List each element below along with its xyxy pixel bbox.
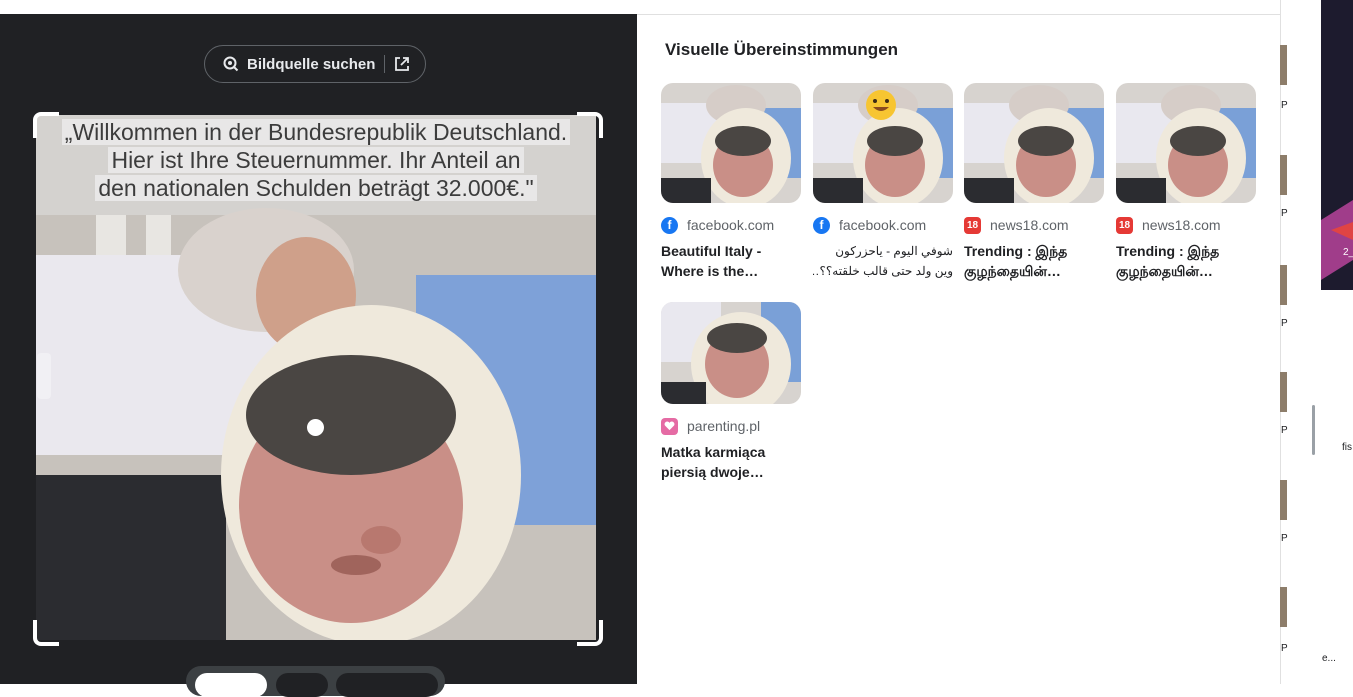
result-thumbnail[interactable] <box>661 83 801 203</box>
heart-icon <box>661 417 678 435</box>
results-heading: Visuelle Übereinstimmungen <box>665 40 899 59</box>
divider-line <box>637 14 1280 15</box>
crop-handle-top-left[interactable] <box>33 112 59 138</box>
caption-line-2: Hier ist Ihre Steuernummer. Ihr Anteil a… <box>108 147 524 173</box>
background-letter: P <box>1281 208 1288 219</box>
background-thumbnail <box>1280 155 1287 195</box>
background-text: e... <box>1322 653 1336 664</box>
background-letter: P <box>1281 533 1288 544</box>
result-source: news18.com <box>1142 217 1221 233</box>
result-thumbnail[interactable] <box>964 83 1104 203</box>
result-title-line: شوفي اليوم - ياحزركون <box>835 244 953 258</box>
divider <box>384 55 386 73</box>
result-title-line: Trending : இந்த <box>964 243 1068 259</box>
result-source: facebook.com <box>687 217 775 233</box>
result-title-line: وين ولد حتى قالب خلقته؟؟… <box>813 264 953 278</box>
crop-side-handle[interactable] <box>37 353 51 399</box>
result-thumbnail[interactable] <box>661 302 801 404</box>
background-letter: P <box>1281 425 1288 436</box>
background-text: fis <box>1342 442 1352 453</box>
tab-search[interactable] <box>195 673 267 697</box>
result-source: news18.com <box>990 217 1069 233</box>
background-thumbnail <box>1280 265 1287 305</box>
lens-search-icon <box>221 55 239 73</box>
background-letter: P <box>1281 318 1288 329</box>
caption-line-1: „Willkommen in der Bundesrepublik Deutsc… <box>61 119 571 145</box>
crop-handle-bottom-right[interactable] <box>577 620 603 646</box>
result-card[interactable]: f facebook.com شوفي اليوم - ياحزركون وين… <box>813 83 955 281</box>
search-source-label: Bildquelle suchen <box>247 55 376 73</box>
result-title-line: Matka karmiąca <box>661 444 766 460</box>
result-thumbnail[interactable] <box>813 83 953 203</box>
result-card[interactable]: parenting.pl Matka karmiąca piersią dwoj… <box>661 302 803 482</box>
open-in-new-icon[interactable] <box>393 55 411 73</box>
crop-handle-top-right[interactable] <box>577 112 603 138</box>
result-title-line: Where is the… <box>661 263 759 279</box>
result-title[interactable]: شوفي اليوم - ياحزركون وين ولد حتى قالب خ… <box>813 241 953 281</box>
facebook-icon: f <box>661 216 678 234</box>
news18-icon: 18 <box>1116 216 1133 234</box>
result-title-line: குழந்தையின்… <box>964 263 1061 279</box>
background-thumbnail <box>1280 587 1287 627</box>
result-title-line: Trending : இந்த <box>1116 243 1220 259</box>
top-strip <box>0 0 637 14</box>
result-title[interactable]: Beautiful Italy - Where is the… <box>661 241 801 281</box>
result-title[interactable]: Matka karmiąca piersią dwoje… <box>661 442 801 482</box>
result-card[interactable]: 18 news18.com Trending : இந்த குழந்தையின… <box>1116 83 1258 281</box>
search-source-button[interactable]: Bildquelle suchen <box>204 45 426 83</box>
image-caption: „Willkommen in der Bundesrepublik Deutsc… <box>36 118 596 202</box>
scrollbar-thumb[interactable] <box>1312 405 1315 455</box>
facebook-icon: f <box>813 216 830 234</box>
background-thumbnail <box>1280 372 1287 412</box>
background-window-content <box>1321 290 1353 684</box>
background-thumbnail <box>1280 480 1287 520</box>
result-source: parenting.pl <box>687 418 761 434</box>
background-text: 2_ <box>1343 247 1353 258</box>
result-title-line: குழந்தையின்… <box>1116 263 1213 279</box>
result-title-line: piersią dwoje… <box>661 464 764 480</box>
news18-icon: 18 <box>964 216 981 234</box>
result-thumbnail[interactable] <box>1116 83 1256 203</box>
result-title[interactable]: Trending : இந்த குழந்தையின்… <box>964 241 1104 281</box>
result-card[interactable]: 18 news18.com Trending : இந்த குழந்தையின… <box>964 83 1106 281</box>
crop-handle-bottom-left[interactable] <box>33 620 59 646</box>
caption-line-3: den nationalen Schulden beträgt 32.000€.… <box>95 175 537 201</box>
background-letter: P <box>1281 643 1288 654</box>
background-letter: P <box>1281 100 1288 111</box>
result-title[interactable]: Trending : இந்த குழந்தையின்… <box>1116 241 1256 281</box>
tab-text[interactable] <box>276 673 328 697</box>
result-source: facebook.com <box>839 217 927 233</box>
background-thumbnail <box>1280 45 1287 85</box>
object-select-dot[interactable] <box>307 419 324 436</box>
tab-translate[interactable] <box>336 673 438 697</box>
result-card[interactable]: f facebook.com Beautiful Italy - Where i… <box>661 83 803 281</box>
result-title-line: Beautiful Italy - <box>661 243 762 259</box>
